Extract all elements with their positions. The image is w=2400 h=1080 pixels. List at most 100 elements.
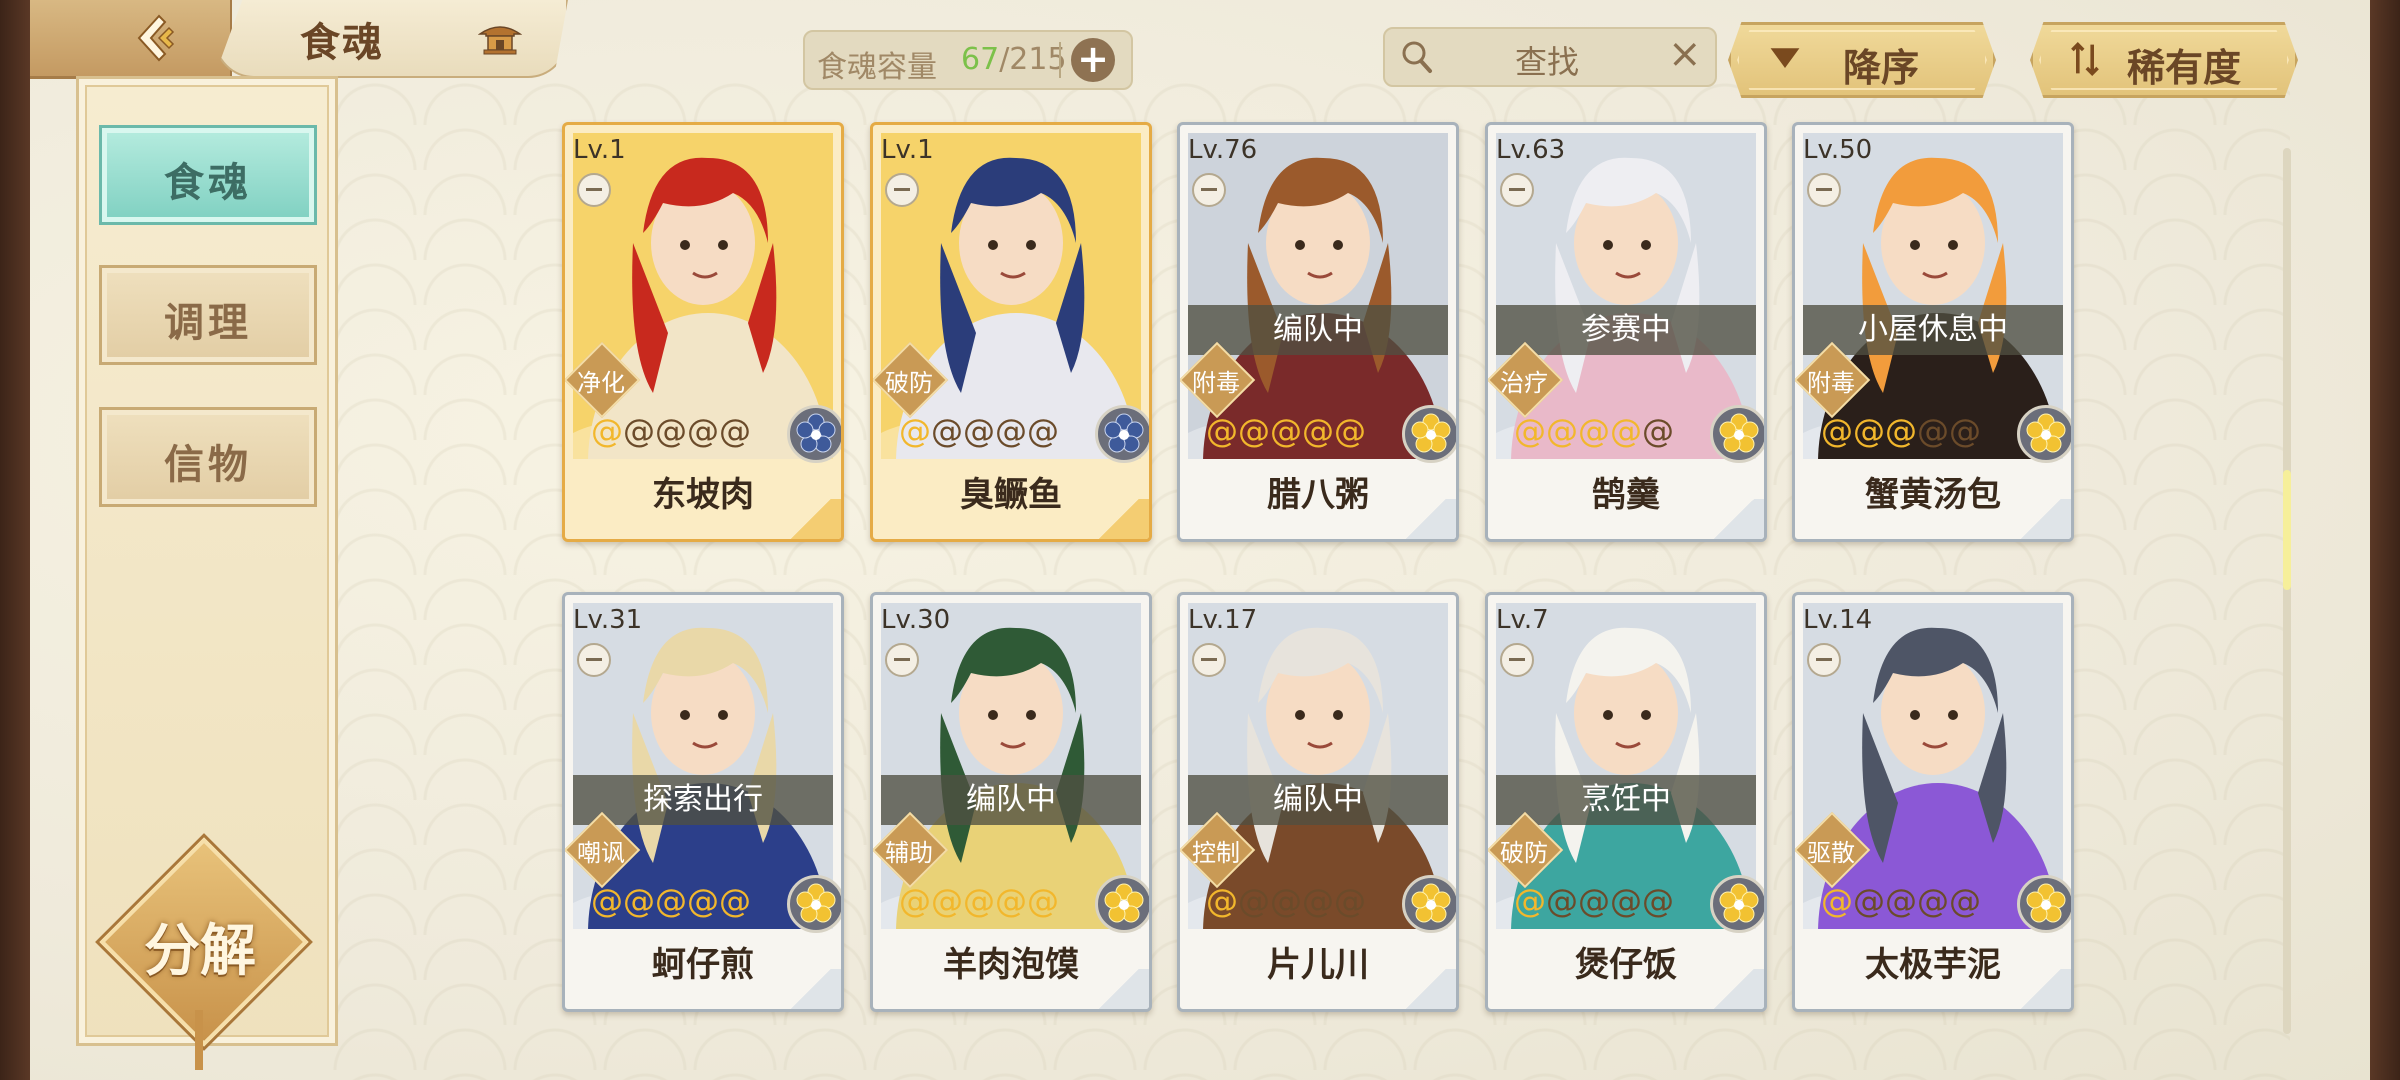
character-name: 太极芋泥 (1865, 945, 2001, 985)
screen-edge-right (2370, 0, 2400, 1080)
star-filled-icon: @ (1546, 412, 1578, 450)
lock-badge-icon[interactable] (1807, 643, 1841, 677)
status-banner: 烹饪中 (1496, 775, 1756, 825)
star-filled-icon: @ (1334, 412, 1366, 450)
star-empty-icon: @ (995, 412, 1027, 450)
page-title: 食魂 (300, 20, 384, 66)
food-soul-card[interactable]: Lv.31 探索出行 嘲讽 @ @ @ @ @ 蚵仔煎 (562, 592, 844, 1012)
pavilion-icon[interactable] (478, 18, 522, 58)
status-banner: 参赛中 (1496, 305, 1756, 355)
decompose-button[interactable]: 分解 (99, 837, 309, 1047)
search-input[interactable]: 查找 (1515, 37, 1579, 83)
star-empty-icon: @ (655, 412, 687, 450)
role-label: 破防 (885, 369, 933, 397)
food-soul-card[interactable]: Lv.14 驱散 @ @ @ @ @ 太极芋泥 (1792, 592, 2074, 1012)
star-filled-icon: @ (623, 882, 655, 920)
star-filled-icon: @ (591, 412, 623, 450)
role-tag: 治疗 (1488, 341, 1564, 419)
star-empty-icon: @ (1270, 882, 1302, 920)
star-rating: @ @ @ @ @ (1514, 412, 1674, 451)
capacity-count: 67/215 (961, 42, 1067, 77)
lock-badge-icon[interactable] (885, 643, 919, 677)
role-tag: 破防 (1488, 811, 1564, 889)
sidebar-item-tokens[interactable]: 信物 (99, 407, 317, 507)
sort-rarity-label: 稀有度 (2127, 46, 2242, 90)
lock-badge-icon[interactable] (885, 173, 919, 207)
lock-badge-icon[interactable] (1500, 643, 1534, 677)
search-box[interactable]: 查找 × (1383, 27, 1717, 87)
character-name: 腊八粥 (1267, 475, 1369, 515)
star-filled-icon: @ (995, 882, 1027, 920)
food-soul-card[interactable]: Lv.30 编队中 辅助 @ @ @ @ @ 羊肉泡馍 (870, 592, 1152, 1012)
star-filled-icon: @ (1610, 412, 1642, 450)
capacity-current: 67 (961, 42, 1000, 77)
star-rating: @ @ @ @ @ (1206, 412, 1366, 451)
lock-badge-icon[interactable] (577, 173, 611, 207)
lock-badge-icon[interactable] (577, 643, 611, 677)
star-empty-icon: @ (1610, 882, 1642, 920)
back-button[interactable] (30, 0, 232, 79)
food-soul-card[interactable]: Lv.50 小屋休息中附毒 @ @ @ @ @ 蟹黄汤包 (1792, 122, 2074, 542)
gold-flower-icon (787, 875, 841, 933)
scrollbar-track[interactable] (2283, 148, 2291, 1034)
role-label: 嘲讽 (577, 839, 625, 867)
food-soul-card[interactable]: Lv.1 净化 @ @ @ @ @ 东坡肉 (562, 122, 844, 542)
search-icon (1402, 41, 1432, 73)
role-tag: 净化 (565, 341, 641, 419)
character-name: 片儿川 (1267, 945, 1369, 985)
status-banner: 编队中 (881, 775, 1141, 825)
role-label: 附毒 (1807, 369, 1855, 397)
star-filled-icon: @ (1270, 412, 1302, 450)
gold-flower-icon (1095, 875, 1149, 933)
star-rating: @ @ @ @ @ (591, 412, 751, 451)
star-filled-icon: @ (655, 882, 687, 920)
sidebar-item-label: 信物 (164, 442, 252, 488)
sidebar-item-conditioning[interactable]: 调理 (99, 265, 317, 365)
lock-badge-icon[interactable] (1192, 643, 1226, 677)
star-rating: @ @ @ @ @ (1821, 415, 1981, 451)
screen-edge-left (0, 0, 30, 1080)
food-soul-card[interactable]: Lv.1 破防 @ @ @ @ @ 臭鳜鱼 (870, 122, 1152, 542)
food-soul-card[interactable]: Lv.76 编队中 附毒 @ @ @ @ @ 腊八粥 (1177, 122, 1459, 542)
role-label: 辅助 (885, 839, 933, 867)
food-soul-card[interactable]: Lv.17 编队中 控制 @ @ @ @ @ 片儿川 (1177, 592, 1459, 1012)
character-name: 蟹黄汤包 (1865, 475, 2001, 515)
clear-search-icon[interactable]: × (1668, 31, 1702, 77)
back-arrow-icon (137, 14, 175, 62)
lock-badge-icon[interactable] (1500, 173, 1534, 207)
star-filled-icon: @ (591, 882, 623, 920)
star-filled-icon: @ (1821, 882, 1853, 920)
food-soul-card[interactable]: Lv.63 参赛中 治疗 @ @ @ @ @ 鹄羹 (1485, 122, 1767, 542)
star-rating: @ @ @ @ @ (1206, 882, 1366, 921)
character-name: 蚵仔煎 (652, 945, 754, 985)
capacity-divider (1059, 42, 1061, 78)
star-filled-icon: @ (1578, 412, 1610, 450)
level-label: Lv.30 (881, 605, 951, 635)
star-filled-icon: @ (719, 882, 751, 920)
character-name: 煲仔饭 (1575, 945, 1677, 985)
star-rating: @ @ @ @ @ (591, 882, 751, 921)
character-name: 臭鳜鱼 (960, 475, 1062, 515)
level-label: Lv.1 (573, 135, 626, 165)
role-label: 控制 (1192, 839, 1240, 867)
lock-badge-icon[interactable] (1807, 173, 1841, 207)
level-label: Lv.1 (881, 135, 934, 165)
status-banner: 小屋休息中 (1803, 305, 2063, 355)
star-rating: @ @ @ @ @ (899, 412, 1059, 451)
expand-capacity-button[interactable]: + (1071, 38, 1115, 82)
food-soul-card[interactable]: Lv.7 烹饪中 破防 @ @ @ @ @ 煲仔饭 (1485, 592, 1767, 1012)
scrollbar-thumb[interactable] (2283, 470, 2291, 590)
sidebar-item-food-souls[interactable]: 食魂 (99, 125, 317, 225)
sort-order-button[interactable]: 降序 (1728, 22, 1996, 98)
gold-flower-icon (1710, 405, 1764, 463)
star-filled-icon: @ (1302, 412, 1334, 450)
star-filled-icon: @ (899, 412, 931, 450)
character-name: 鹄羹 (1592, 475, 1660, 515)
gold-flower-icon (1402, 875, 1456, 933)
sort-rarity-button[interactable]: 稀有度 (2030, 22, 2298, 98)
star-filled-icon: @ (1206, 882, 1238, 920)
lock-badge-icon[interactable] (1192, 173, 1226, 207)
role-tag: 辅助 (873, 811, 949, 889)
level-label: Lv.50 (1803, 135, 1873, 165)
blue-flower-icon (1095, 405, 1149, 463)
